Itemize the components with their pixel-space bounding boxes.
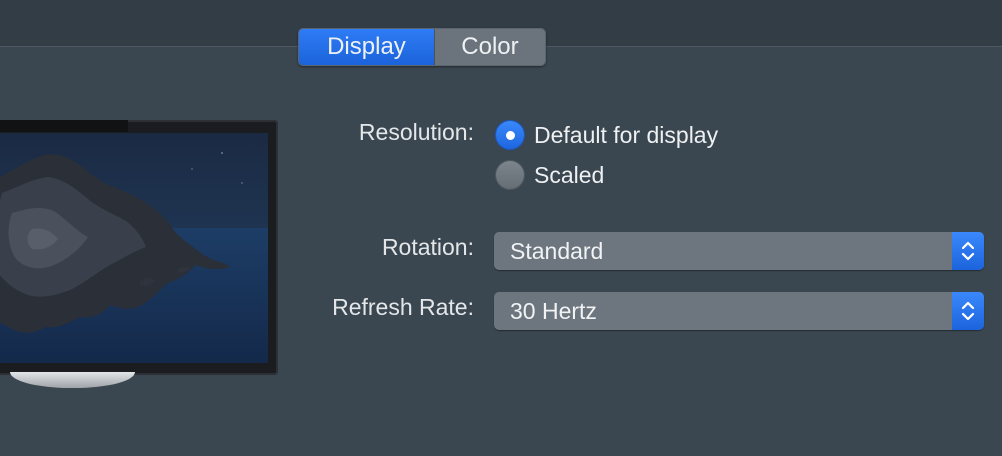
rotation-value: Standard: [510, 238, 604, 264]
radio-button-scaled[interactable]: [496, 161, 524, 189]
radio-button-default-selected[interactable]: [496, 121, 524, 149]
chevron-up-down-icon[interactable]: [952, 292, 984, 330]
rotation-label: Rotation:: [381, 234, 474, 260]
rotation-popup-button[interactable]: Standard: [494, 232, 984, 270]
monitor-stand: [10, 372, 135, 388]
monitor-bezel-top: [0, 120, 128, 132]
refresh-rate-value: 30 Hertz: [510, 298, 597, 324]
radio-dot: [505, 130, 515, 140]
display-color-tabs: Display Color: [298, 28, 546, 66]
radio-option-default[interactable]: Default for display: [496, 119, 718, 151]
radio-option-scaled[interactable]: Scaled: [496, 159, 604, 191]
tab-color[interactable]: Color: [433, 29, 545, 65]
chevron-up-down-icon[interactable]: [952, 232, 984, 270]
resolution-label: Resolution:: [358, 119, 474, 145]
tab-display[interactable]: Display: [299, 29, 434, 65]
refresh-rate-label: Refresh Rate:: [332, 294, 474, 320]
refresh-rate-popup-button[interactable]: 30 Hertz: [494, 292, 984, 330]
radio-label-scaled[interactable]: Scaled: [534, 162, 604, 189]
radio-label-default[interactable]: Default for display: [534, 122, 718, 149]
display-preview-monitor: [0, 120, 278, 375]
desktop-wallpaper-image: [0, 133, 268, 363]
